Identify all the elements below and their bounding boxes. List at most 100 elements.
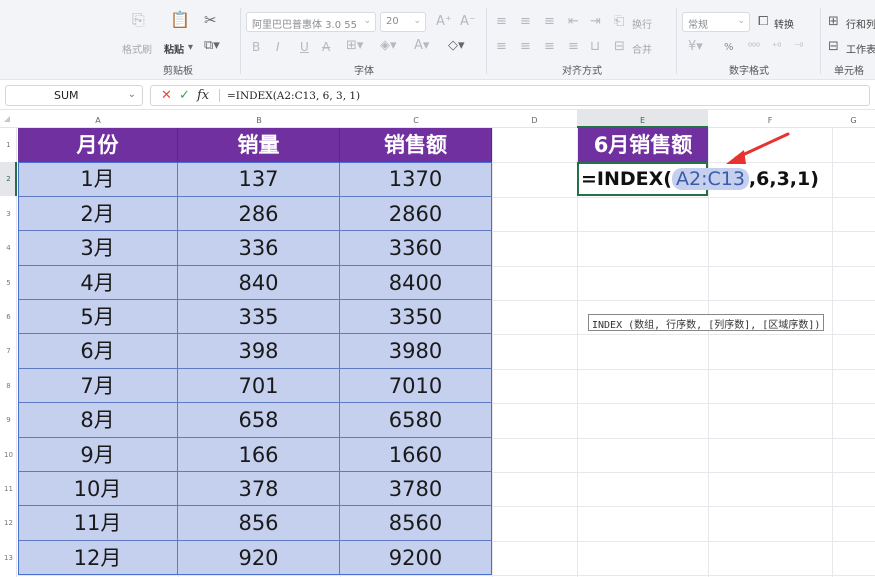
- italic-button[interactable]: I: [276, 39, 280, 55]
- row-header[interactable]: 12: [0, 506, 17, 540]
- convert-icon[interactable]: ⧠: [758, 14, 768, 30]
- column-header-e[interactable]: E: [577, 110, 708, 128]
- revenue-cell[interactable]: 9200: [340, 540, 492, 576]
- decrease-decimal-icon[interactable]: ⁻⁰: [794, 40, 803, 56]
- sales-cell[interactable]: 378: [178, 472, 340, 507]
- revenue-cell[interactable]: 7010: [340, 368, 492, 404]
- sales-cell[interactable]: 398: [178, 334, 340, 369]
- month-cell[interactable]: 8月: [18, 403, 178, 438]
- font-name-dropdown[interactable]: 阿里巴巴普惠体 3.0 55 ⌄: [246, 12, 376, 32]
- confirm-icon[interactable]: ✓: [179, 88, 190, 103]
- name-box[interactable]: SUM ⌄: [5, 85, 143, 106]
- column-header-b[interactable]: B: [178, 114, 340, 128]
- row-header[interactable]: 9: [0, 403, 17, 437]
- month-cell[interactable]: 6月: [18, 334, 178, 369]
- revenue-cell[interactable]: 3780: [340, 472, 492, 507]
- increase-font-icon[interactable]: A⁺: [436, 14, 452, 30]
- row-header[interactable]: 8: [0, 369, 17, 403]
- revenue-cell[interactable]: 6580: [340, 403, 492, 438]
- merge-cells-button[interactable]: 合并: [632, 41, 652, 56]
- header-cell-sales[interactable]: 销量: [178, 128, 340, 162]
- row-header[interactable]: 6: [0, 300, 17, 334]
- cut-icon[interactable]: ✂: [204, 12, 217, 28]
- rows-cols-button[interactable]: 行和列: [846, 16, 875, 31]
- header-cell-month[interactable]: 月份: [18, 128, 178, 162]
- revenue-cell[interactable]: 1370: [340, 162, 492, 197]
- active-cell-e2[interactable]: =INDEX(A2:C13,6,3,1): [577, 162, 819, 196]
- revenue-cell[interactable]: 1660: [340, 437, 492, 472]
- align-top-icon[interactable]: ≡: [496, 14, 507, 30]
- wrap-text-button[interactable]: 换行: [632, 16, 652, 31]
- spreadsheet-grid[interactable]: A B C D E F G 1 2 3 4 5 6 7 8 9 10 11 12 13 月份 销量 销售…: [0, 110, 875, 577]
- sales-cell[interactable]: 336: [178, 231, 340, 266]
- convert-button[interactable]: 转换: [774, 16, 794, 31]
- align-center-icon[interactable]: ≡: [520, 39, 531, 55]
- row-header[interactable]: 4: [0, 231, 17, 265]
- sales-cell[interactable]: 701: [178, 368, 340, 404]
- sales-cell[interactable]: 335: [178, 300, 340, 335]
- chevron-down-icon[interactable]: ⌄: [128, 89, 136, 100]
- distribute-icon[interactable]: ⊔: [590, 39, 600, 55]
- format-painter-button[interactable]: 格式刷: [122, 41, 152, 56]
- indent-decrease-icon[interactable]: ⇤: [568, 14, 579, 30]
- font-size-dropdown[interactable]: 20 ⌄: [380, 12, 426, 32]
- fill-color-icon[interactable]: ◈▾: [380, 38, 397, 54]
- row-header[interactable]: 3: [0, 197, 17, 231]
- select-all-corner[interactable]: [4, 116, 10, 122]
- revenue-cell[interactable]: 8560: [340, 506, 492, 541]
- column-header-c[interactable]: C: [340, 114, 492, 128]
- revenue-cell[interactable]: 2860: [340, 196, 492, 232]
- number-format-dropdown[interactable]: 常规 ⌄: [682, 12, 750, 32]
- revenue-cell[interactable]: 3980: [340, 334, 492, 369]
- font-color-icon[interactable]: A▾: [414, 38, 429, 54]
- fx-icon[interactable]: fx: [197, 88, 209, 103]
- month-cell[interactable]: 7月: [18, 368, 178, 404]
- month-cell[interactable]: 2月: [18, 196, 178, 232]
- column-header-g[interactable]: G: [832, 114, 875, 128]
- revenue-cell[interactable]: 8400: [340, 265, 492, 300]
- bold-button[interactable]: B: [252, 39, 260, 55]
- e1-title-cell[interactable]: 6月销售额: [578, 128, 708, 162]
- increase-decimal-icon[interactable]: ⁺⁰: [772, 40, 781, 56]
- align-left-icon[interactable]: ≡: [496, 39, 507, 55]
- align-middle-icon[interactable]: ≡: [520, 14, 531, 30]
- sales-cell[interactable]: 840: [178, 265, 340, 300]
- month-cell[interactable]: 5月: [18, 300, 178, 335]
- sales-cell[interactable]: 286: [178, 196, 340, 232]
- paste-button[interactable]: 粘贴: [164, 41, 184, 56]
- underline-button[interactable]: U: [300, 39, 309, 55]
- month-cell[interactable]: 9月: [18, 437, 178, 472]
- row-header[interactable]: 2: [0, 162, 17, 196]
- align-bottom-icon[interactable]: ≡: [544, 14, 555, 30]
- sales-cell[interactable]: 856: [178, 506, 340, 541]
- row-header[interactable]: 1: [0, 128, 17, 162]
- month-cell[interactable]: 11月: [18, 506, 178, 541]
- row-header[interactable]: 7: [0, 334, 17, 368]
- month-cell[interactable]: 3月: [18, 231, 178, 266]
- month-cell[interactable]: 10月: [18, 472, 178, 507]
- strikethrough-icon[interactable]: A: [322, 39, 330, 55]
- month-cell[interactable]: 4月: [18, 265, 178, 300]
- month-cell[interactable]: 1月: [18, 162, 178, 197]
- row-header[interactable]: 10: [0, 438, 17, 472]
- clear-format-icon[interactable]: ◇▾: [448, 38, 465, 54]
- paste-dropdown-icon[interactable]: ▾: [188, 40, 193, 56]
- border-icon[interactable]: ⊞▾: [346, 38, 363, 54]
- currency-icon[interactable]: ¥▾: [688, 39, 703, 55]
- formula-input[interactable]: ✕ ✓ fx =INDEX(A2:C13, 6, 3, 1): [150, 85, 870, 106]
- header-cell-revenue[interactable]: 销售额: [340, 128, 492, 162]
- worksheet-icon[interactable]: ⊟: [828, 39, 839, 55]
- paste-icon[interactable]: 📋: [170, 12, 190, 28]
- wrap-text-icon[interactable]: ⎗: [614, 14, 624, 30]
- row-header[interactable]: 5: [0, 266, 17, 300]
- row-header[interactable]: 13: [0, 541, 17, 575]
- justify-icon[interactable]: ≡: [568, 39, 579, 55]
- decrease-font-icon[interactable]: A⁻: [460, 14, 476, 30]
- cancel-icon[interactable]: ✕: [161, 88, 172, 103]
- sales-cell[interactable]: 920: [178, 540, 340, 576]
- column-header-a[interactable]: A: [18, 114, 178, 128]
- align-right-icon[interactable]: ≡: [544, 39, 555, 55]
- month-cell[interactable]: 12月: [18, 540, 178, 576]
- row-header[interactable]: 11: [0, 472, 17, 506]
- column-header-d[interactable]: D: [492, 114, 577, 128]
